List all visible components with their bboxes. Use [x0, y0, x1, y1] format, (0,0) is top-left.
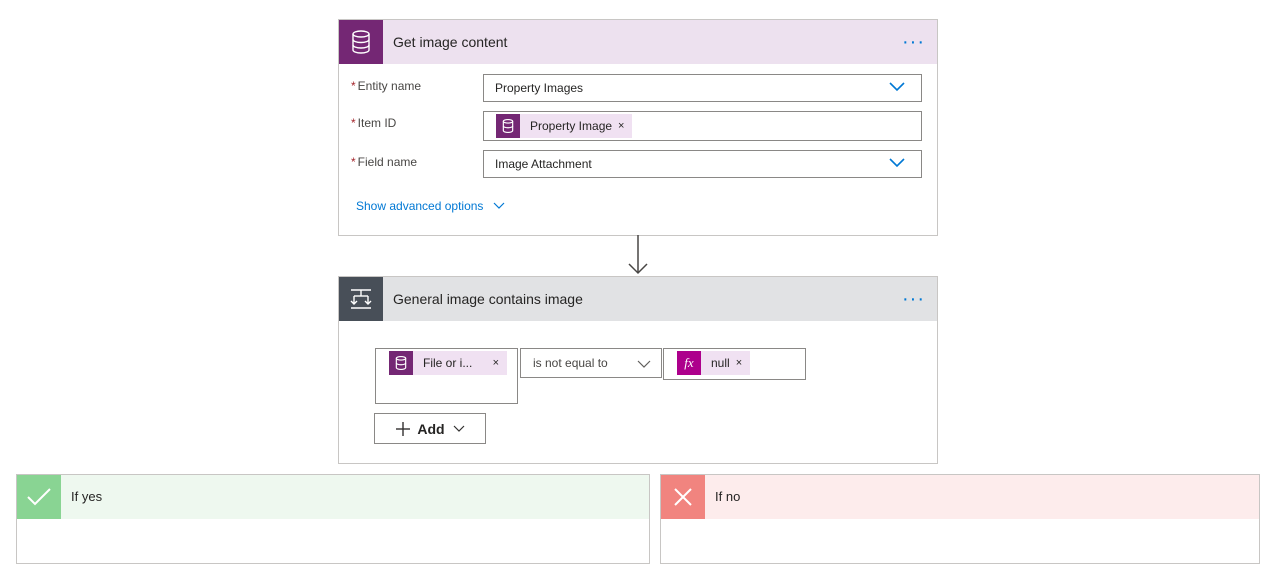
- remove-token-button[interactable]: ×: [618, 120, 632, 132]
- database-icon: [496, 114, 520, 138]
- dynamic-content-token[interactable]: File or i... ×: [389, 351, 507, 375]
- card-header[interactable]: General image contains image ···: [339, 277, 937, 321]
- if-no-branch: If no: [660, 474, 1260, 564]
- plus-icon: [396, 421, 411, 436]
- token-label: File or i...: [423, 356, 473, 370]
- entity-name-dropdown[interactable]: Property Images: [483, 74, 922, 102]
- database-icon: [339, 20, 383, 64]
- chevron-down-icon: [889, 82, 905, 92]
- branch-title: If no: [715, 489, 741, 504]
- token-label: Property Image: [530, 119, 613, 133]
- remove-token-button[interactable]: ×: [736, 357, 750, 369]
- branch-header[interactable]: If no: [661, 475, 1259, 519]
- condition-right-operand[interactable]: fx null ×: [663, 348, 806, 380]
- field-name-label: * Field name: [351, 155, 418, 169]
- show-advanced-options-link[interactable]: Show advanced options: [356, 199, 505, 213]
- token-label: null: [711, 356, 730, 370]
- required-mark: *: [351, 116, 356, 130]
- item-id-input[interactable]: Property Image ×: [483, 111, 922, 141]
- remove-token-button[interactable]: ×: [493, 357, 507, 369]
- more-options-button[interactable]: ···: [902, 20, 925, 64]
- branch-header[interactable]: If yes: [17, 475, 649, 519]
- card-title: General image contains image: [393, 291, 583, 307]
- connector-arrow-icon: [628, 235, 648, 275]
- condition-card: General image contains image ··· File or…: [338, 276, 938, 464]
- chevron-down-icon: [637, 360, 651, 368]
- get-image-content-card: Get image content ··· * Entity name Prope…: [338, 19, 938, 236]
- branch-title: If yes: [71, 489, 103, 504]
- close-icon: [661, 475, 705, 519]
- required-mark: *: [351, 155, 356, 169]
- chevron-down-icon: [453, 425, 465, 432]
- field-name-dropdown[interactable]: Image Attachment: [483, 150, 922, 178]
- item-id-label: * Item ID: [351, 116, 397, 130]
- more-options-button[interactable]: ···: [902, 277, 925, 321]
- operator-value: is not equal to: [533, 356, 608, 370]
- condition-left-operand[interactable]: File or i... ×: [375, 348, 518, 404]
- add-condition-button[interactable]: Add: [374, 413, 486, 444]
- dynamic-content-token[interactable]: Property Image ×: [496, 114, 633, 138]
- card-title: Get image content: [393, 34, 508, 50]
- chevron-down-icon: [889, 158, 905, 168]
- required-mark: *: [351, 79, 356, 93]
- operator-dropdown[interactable]: is not equal to: [520, 348, 662, 378]
- if-yes-branch: If yes: [16, 474, 650, 564]
- chevron-down-icon: [493, 202, 505, 209]
- function-icon: fx: [677, 351, 701, 375]
- database-icon: [389, 351, 413, 375]
- add-label: Add: [417, 420, 445, 437]
- expression-token[interactable]: fx null ×: [677, 351, 751, 375]
- field-name-value: Image Attachment: [495, 157, 592, 171]
- entity-name-label: * Entity name: [351, 79, 422, 93]
- checkmark-icon: [17, 475, 61, 519]
- card-header[interactable]: Get image content ···: [339, 20, 937, 64]
- entity-name-value: Property Images: [495, 81, 584, 95]
- condition-icon: [339, 277, 383, 321]
